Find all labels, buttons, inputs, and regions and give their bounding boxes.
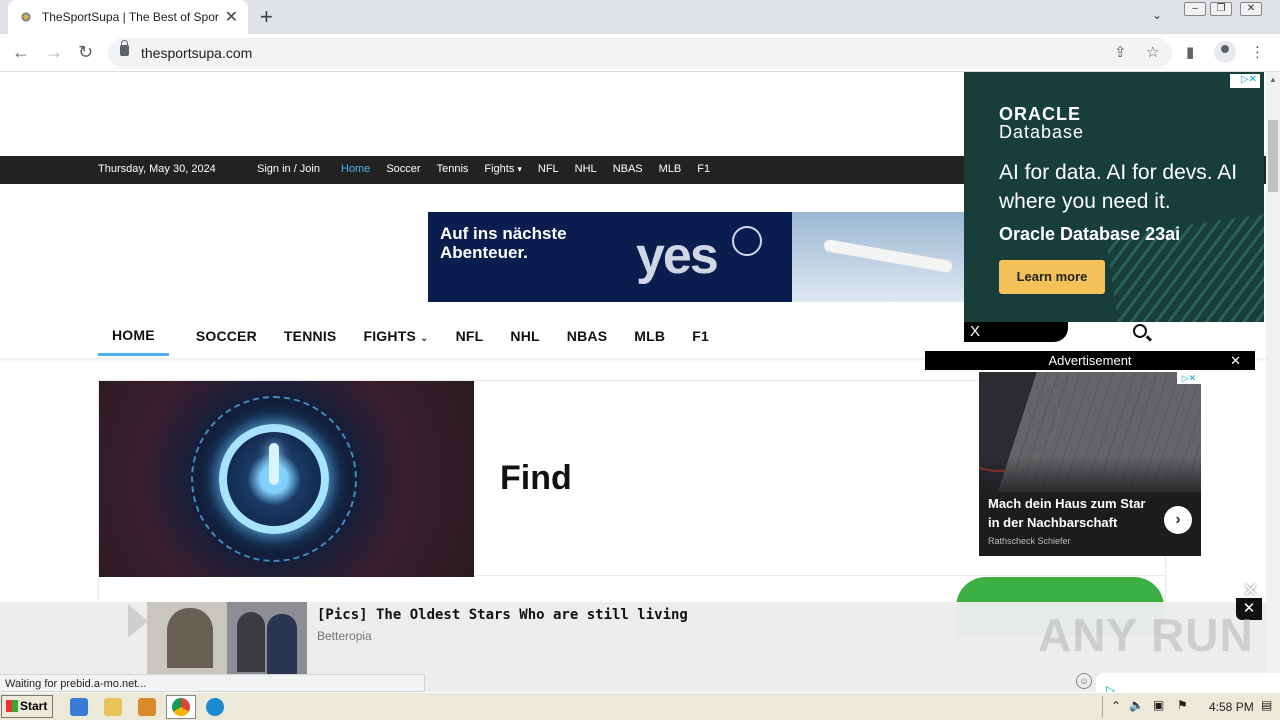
network-icon[interactable]: ▣ (1153, 698, 1164, 712)
top-link-home[interactable]: Home (341, 163, 370, 175)
article-title[interactable]: Find (500, 459, 572, 498)
nav-fights-label: FIGHTS (363, 328, 416, 344)
top-link-nhl[interactable]: NHL (575, 163, 597, 175)
ad-close-label[interactable]: X (970, 323, 980, 340)
status-bar: Waiting for prebid.a-mo.net... (0, 674, 425, 692)
share-icon[interactable]: ⇪ (1114, 43, 1127, 61)
main-nav: HOME SOCCER TENNIS FIGHTS ⌄ NFL NHL NBAS … (98, 316, 736, 356)
learn-more-button[interactable]: Learn more (999, 260, 1105, 294)
search-icon[interactable] (1133, 324, 1147, 338)
chevron-right-icon[interactable]: › (1164, 506, 1192, 534)
oracle-logo-subtitle: Database (999, 122, 1085, 142)
profile-avatar-icon[interactable] (1214, 41, 1236, 63)
top-link-mlb[interactable]: MLB (659, 163, 682, 175)
nav-soccer[interactable]: SOCCER (196, 328, 257, 344)
taskbar: Start ⌃ 🔈 ▣ ⚑ 4:58 PM ▤ (0, 692, 1280, 720)
ad-close-bar[interactable]: X (964, 322, 1068, 342)
forward-icon[interactable]: → (45, 42, 63, 63)
url-text[interactable]: thesportsupa.com (141, 45, 252, 61)
nav-nfl[interactable]: NFL (456, 328, 484, 344)
tab-close-icon[interactable]: ✕ (225, 7, 238, 27)
restore-icon[interactable]: ❐ (1210, 2, 1232, 16)
oracle-headline: AI for data. AI for devs. AI where you n… (999, 161, 1238, 213)
banner-text: Auf ins nächste Abenteuer. (440, 224, 567, 262)
advertisement-label: Advertisement (1048, 353, 1132, 368)
minimize-icon[interactable]: – (1184, 2, 1206, 16)
back-icon[interactable]: ← (12, 42, 30, 63)
signin-link[interactable]: Sign in / Join (257, 163, 320, 175)
roof-ad-title: Mach dein Haus zum Star in der Nachbarsc… (988, 496, 1146, 530)
top-link-tennis[interactable]: Tennis (437, 163, 469, 175)
tab-strip: TheSportSupa | The Best of Sports N ✕ + … (0, 0, 1280, 34)
nav-tennis[interactable]: TENNIS (284, 328, 337, 344)
advertisement-header: Advertisement ✕ (925, 351, 1255, 370)
bottom-ad-source: Betteropia (317, 629, 372, 643)
roof-ad[interactable]: ▷✕ Mach dein Haus zum Star in der Nachba… (979, 372, 1201, 556)
top-links: Home Soccer Tennis Fights ▾ NFL NHL NBAS … (341, 163, 726, 175)
power-button-image[interactable] (99, 381, 474, 577)
tab-title: TheSportSupa | The Best of Sports N (41, 10, 219, 24)
nav-home[interactable]: HOME (98, 317, 169, 356)
tray-expand-icon[interactable]: ⌃ (1111, 699, 1121, 713)
top-link-nfl[interactable]: NFL (538, 163, 559, 175)
oracle-product: Oracle Database 23ai (999, 224, 1181, 244)
ie-icon[interactable] (70, 698, 88, 716)
start-button[interactable]: Start (1, 695, 53, 718)
nav-nhl[interactable]: NHL (510, 328, 539, 344)
volume-icon[interactable]: 🔈 (1129, 698, 1144, 712)
edge-icon[interactable] (206, 698, 224, 716)
advertisement-close-icon[interactable]: ✕ (1230, 351, 1241, 370)
nav-mlb[interactable]: MLB (634, 328, 665, 344)
nav-f1[interactable]: F1 (692, 328, 709, 344)
crane-logo-icon (732, 226, 762, 256)
thumbnail-person (237, 612, 265, 672)
browser-tab[interactable]: TheSportSupa | The Best of Sports N ✕ (8, 0, 248, 34)
lock-icon[interactable] (120, 40, 129, 56)
site-favicon-icon (18, 9, 34, 25)
tab-search-chevron-icon[interactable]: ⌄ (1152, 8, 1162, 22)
current-date: Thursday, May 30, 2024 (98, 163, 216, 175)
play-icon[interactable] (128, 604, 148, 638)
media-player-icon[interactable] (138, 698, 156, 716)
nav-fights[interactable]: FIGHTS ⌄ (363, 328, 428, 344)
chrome-icon[interactable] (172, 698, 190, 716)
image-power-stem (269, 443, 279, 485)
folder-icon[interactable] (104, 698, 122, 716)
thumbnail-person (267, 614, 297, 674)
nav-nbas[interactable]: NBAS (567, 328, 607, 344)
new-tab-icon[interactable]: + (260, 4, 273, 30)
adchoices-icon[interactable]: ▷✕ (1230, 74, 1260, 88)
bookmark-star-icon[interactable]: ☆ (1146, 43, 1159, 61)
browser-toolbar: ← → ↻ thesportsupa.com ⇪ ☆ ▮ ⋮ (0, 34, 1280, 72)
top-link-f1[interactable]: F1 (697, 163, 710, 175)
watermark: ANY RUN (1038, 609, 1254, 661)
ad-thumbnail-image[interactable] (147, 602, 307, 676)
scroll-thumb[interactable] (1268, 120, 1278, 192)
lufthansa-banner-ad[interactable]: Auf ins nächste Abenteuer. yes (428, 212, 968, 302)
chevron-down-icon: ⌄ (420, 333, 429, 344)
menu-kebab-icon[interactable]: ⋮ (1250, 43, 1265, 61)
window-close-icon[interactable]: ✕ (1240, 2, 1262, 16)
ad-info-icon[interactable]: ☺ (1076, 673, 1092, 689)
side-panel-icon[interactable]: ▮ (1186, 43, 1194, 61)
top-link-nbas[interactable]: NBAS (613, 163, 643, 175)
scroll-up-icon[interactable]: ▲ (1269, 75, 1277, 84)
chevron-down-icon: ▾ (517, 164, 522, 174)
adchoices-icon[interactable]: ▷✕ (1177, 372, 1201, 384)
reload-icon[interactable]: ↻ (78, 42, 93, 63)
show-desktop-icon[interactable]: ▤ (1261, 698, 1272, 712)
page-scrollbar[interactable]: ▲ ▼ (1266, 72, 1280, 692)
top-link-fights-label: Fights (484, 163, 515, 175)
roof-ad-sponsor: Rathscheck Schiefer (988, 536, 1071, 546)
banner-brand: yes (636, 227, 719, 285)
thumbnail-person (167, 608, 213, 668)
top-link-fights[interactable]: Fights ▾ (484, 163, 522, 175)
oracle-ad[interactable]: ▷✕ ORACLE Database AI for data. AI for d… (964, 72, 1264, 322)
bottom-ad-headline[interactable]: [Pics] The Oldest Stars Who are still li… (317, 607, 688, 623)
top-link-soccer[interactable]: Soccer (386, 163, 420, 175)
clock: 4:58 PM (1209, 700, 1254, 714)
system-tray: ⌃ 🔈 ▣ ⚑ 4:58 PM ▤ (1102, 696, 1278, 718)
flag-icon[interactable]: ⚑ (1177, 698, 1188, 712)
address-bar[interactable]: thesportsupa.com (108, 38, 1172, 68)
